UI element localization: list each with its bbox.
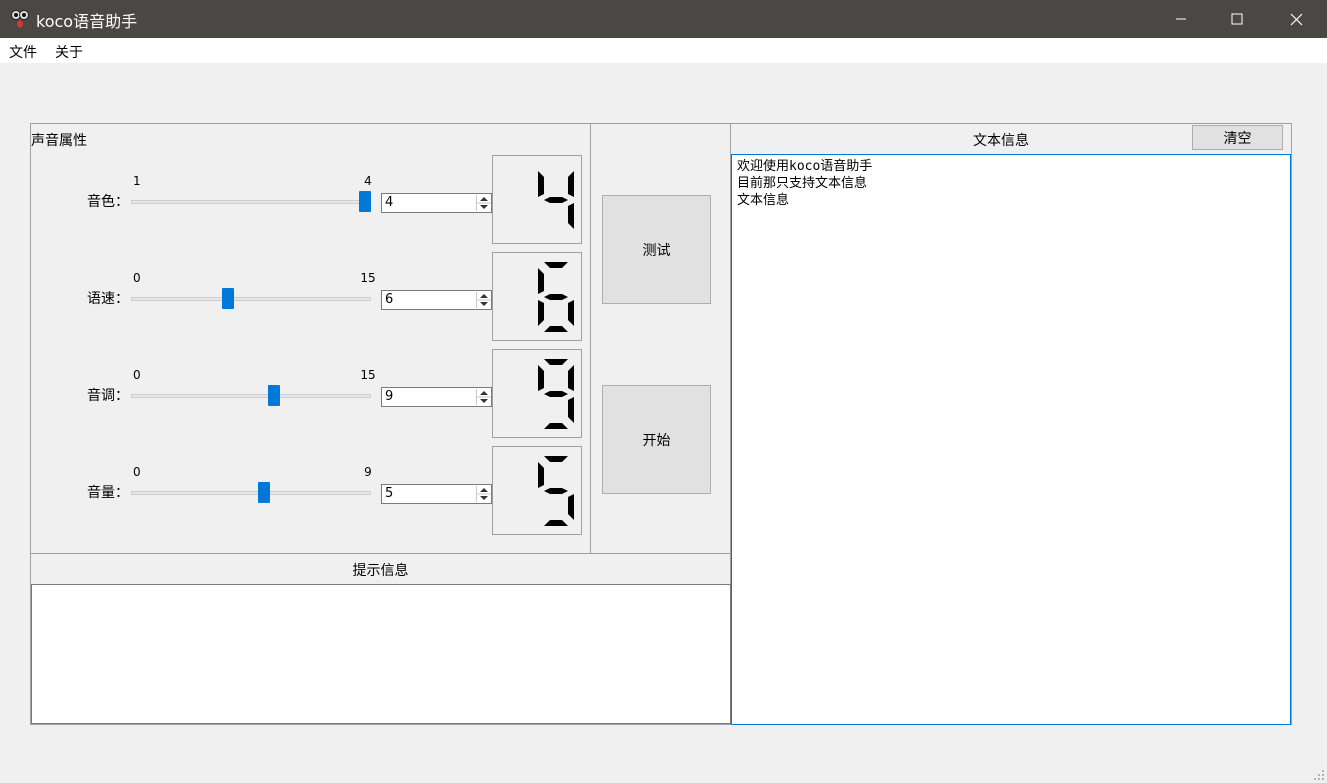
slider-label: 音色： [87,194,129,210]
spinbox-input[interactable]: 5 [381,484,492,504]
spinbox-value: 6 [385,292,394,307]
spin-up-down-icon [477,294,491,306]
lcd-number-display [492,446,582,535]
slider-track[interactable] [131,491,371,495]
lcd-number-display [492,155,582,244]
slider-min-tick: 0 [133,271,141,285]
maximize-button[interactable] [1208,0,1266,38]
slider-max-tick: 9 [364,465,372,479]
spin-up-down-icon [477,488,491,500]
slider-min-tick: 0 [133,465,141,479]
slider-min-tick: 1 [133,174,141,188]
slider-track[interactable] [131,394,371,398]
maximize-icon [1231,13,1243,25]
menu-bar: 文件 关于 [0,38,1327,63]
lcd-digit [537,164,575,240]
spinbox-input[interactable]: 9 [381,387,492,407]
spinbox-arrows[interactable] [476,292,491,308]
slider-label: 语速： [87,291,129,307]
slider-handle[interactable] [222,288,234,309]
resize-grip-icon[interactable] [1313,769,1325,781]
spinbox-arrows[interactable] [476,195,491,211]
lcd-number-display [492,349,582,438]
hint-title: 提示信息 [352,563,409,579]
slider-track[interactable] [131,200,371,204]
slider-track[interactable] [131,297,371,301]
spinbox-input[interactable]: 4 [381,193,492,213]
title-bar: koco语音助手 [0,0,1327,38]
start-button[interactable]: 开始 [602,385,711,494]
app-logo-icon [11,10,29,28]
close-button[interactable] [1267,0,1325,38]
spinbox-input[interactable]: 6 [381,290,492,310]
slider-max-tick: 4 [364,174,372,188]
slider-min-tick: 0 [133,368,141,382]
hint-textarea[interactable] [31,584,731,724]
lcd-number-display [492,252,582,341]
divider-hint-top [31,553,730,554]
slider-handle[interactable] [359,191,371,212]
slider-max-tick: 15 [360,271,376,285]
slider-label: 音调： [87,388,129,404]
minimize-button[interactable] [1152,0,1210,38]
window-title: koco语音助手 [36,12,138,31]
slider-label: 音量： [87,485,129,501]
minimize-icon [1176,18,1186,20]
text-info-textarea[interactable]: 欢迎使用koco语音助手 目前那只支持文本信息 文本信息 [731,154,1291,725]
spin-up-down-icon [477,197,491,209]
spinbox-value: 5 [385,486,394,501]
menu-about[interactable]: 关于 [55,42,83,62]
spinbox-arrows[interactable] [476,389,491,405]
menu-file[interactable]: 文件 [9,42,37,62]
lcd-digit [537,455,575,531]
spin-up-down-icon [477,391,491,403]
spinbox-value: 9 [385,389,394,404]
text-info-line: 欢迎使用koco语音助手 [737,159,873,174]
lcd-digit [537,261,575,337]
clear-button[interactable]: 清空 [1192,125,1283,150]
lcd-digit [537,358,575,434]
text-info-line: 文本信息 [737,193,790,208]
spinbox-value: 4 [385,195,394,210]
spinbox-arrows[interactable] [476,486,491,502]
text-panel-title: 文本信息 [973,133,1029,149]
test-button[interactable]: 测试 [602,195,711,304]
slider-handle[interactable] [268,385,280,406]
text-info-content: 欢迎使用koco语音助手 目前那只支持文本信息 文本信息 [737,158,872,209]
voice-panel-title: 声音属性 [31,133,87,149]
divider-voice-actions [590,124,591,554]
slider-handle[interactable] [258,482,270,503]
slider-max-tick: 15 [360,368,376,382]
close-icon [1290,13,1302,25]
text-info-line: 目前那只支持文本信息 [737,176,868,191]
